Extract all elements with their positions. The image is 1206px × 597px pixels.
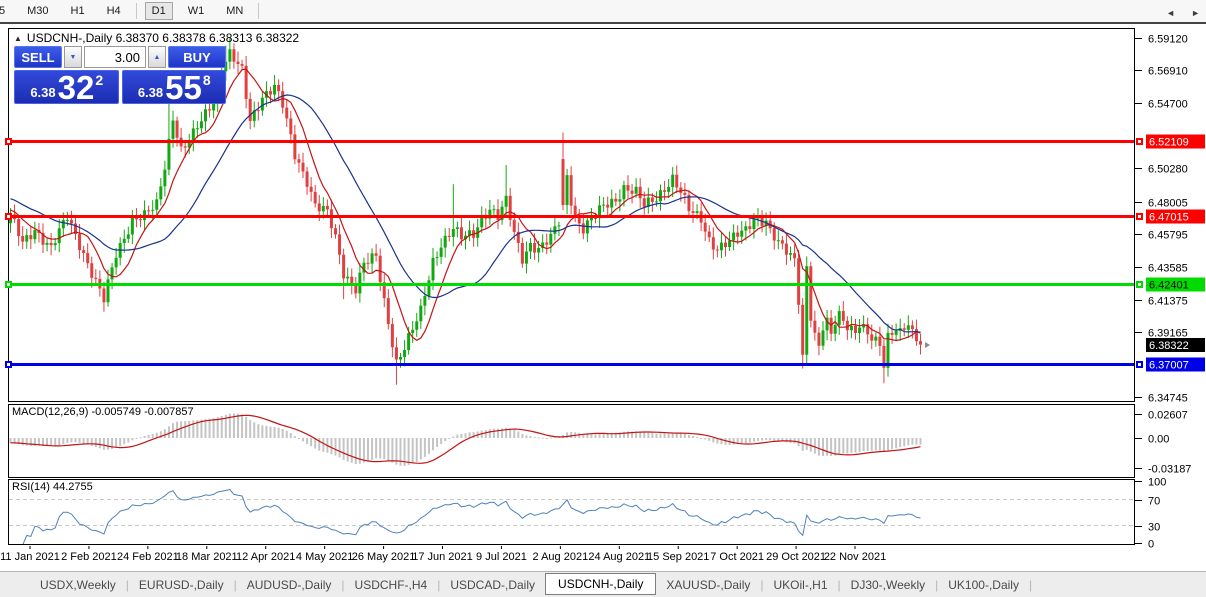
buy-price-small: 6.38 [138, 85, 163, 100]
svg-text:6.42401: 6.42401 [1149, 280, 1189, 292]
buy-price-sup: 8 [203, 72, 211, 88]
svg-text:6.43585: 6.43585 [1148, 263, 1188, 275]
svg-text:6.52109: 6.52109 [1149, 137, 1189, 149]
tab-scroll-right-icon[interactable]: ► [1191, 8, 1200, 18]
tab-uk100-daily[interactable]: UK100-,Daily [938, 574, 1029, 596]
trading-terminal-window: 5 M30 H1 H4 D1 W1 MN 6.52109 6.47015 6.42401 6.37… [0, 0, 1206, 597]
svg-text:22 Nov 2021: 22 Nov 2021 [824, 551, 886, 563]
tab-usdcad-daily[interactable]: USDCAD-,Daily [440, 574, 545, 596]
toolbar-separator [136, 3, 137, 19]
rsi-indicator-label: RSI(14) 44.2755 [12, 481, 93, 493]
svg-text:24 Aug 2021: 24 Aug 2021 [588, 551, 650, 563]
svg-text:4 May 2021: 4 May 2021 [296, 551, 353, 563]
tab-usdx-weekly[interactable]: USDX,Weekly [30, 574, 126, 596]
one-click-trade-panel: SELL ▼ ▲ BUY 6.38322 6.38558 [14, 46, 226, 104]
svg-text:0.00: 0.00 [1148, 434, 1169, 446]
toolbar-item-h1[interactable]: H1 [64, 2, 92, 20]
svg-text:30: 30 [1148, 522, 1160, 534]
sell-price-box[interactable]: 6.38322 [14, 70, 119, 104]
svg-text:6.37007: 6.37007 [1149, 360, 1189, 372]
buy-price-box[interactable]: 6.38558 [122, 70, 227, 104]
svg-text:6.59120: 6.59120 [1148, 34, 1188, 46]
rsi-y-axis: 100 70 30 0 [1135, 477, 1166, 551]
tab-ukoil-h1[interactable]: UKOil-,H1 [764, 574, 838, 596]
svg-text:7 Oct 2021: 7 Oct 2021 [710, 551, 764, 563]
svg-text:29 Oct 2021: 29 Oct 2021 [766, 551, 826, 563]
sell-price-big: 32 [58, 74, 95, 101]
spinner-down-icon: ▼ [70, 54, 77, 61]
svg-text:6.38322: 6.38322 [1149, 340, 1189, 352]
tab-usdchf-h4[interactable]: USDCHF-,H4 [345, 574, 438, 596]
tab-audusd-daily[interactable]: AUDUSD-,Daily [237, 574, 342, 596]
time-x-axis: 11 Jan 20212 Feb 202124 Feb 202118 Mar 2… [0, 546, 886, 563]
svg-text:6.41375: 6.41375 [1148, 296, 1188, 308]
svg-text:12 Apr 2021: 12 Apr 2021 [236, 551, 295, 563]
tab-scroll-arrows: ◄ ► [1166, 0, 1200, 26]
svg-text:6.54700: 6.54700 [1148, 99, 1188, 111]
svg-text:-0.03187: -0.03187 [1148, 464, 1191, 476]
svg-text:6.34745: 6.34745 [1148, 393, 1188, 405]
tab-xauusd-daily[interactable]: XAUUSD-,Daily [656, 574, 760, 596]
collapse-arrow-icon[interactable]: ▲ [14, 34, 22, 43]
toolbar-item-h4[interactable]: H4 [100, 2, 128, 20]
tab-separator: | [1029, 578, 1032, 592]
chart-tabs-bar: USDX,Weekly|EURUSD-,Daily|AUDUSD-,Daily|… [0, 571, 1206, 597]
sell-button[interactable]: SELL [14, 46, 62, 68]
chart-title: ▲ USDCNH-,Daily 6.38370 6.38378 6.38313 6… [14, 31, 299, 45]
spinner-up-icon: ▲ [154, 54, 161, 61]
buy-button[interactable]: BUY [168, 46, 226, 68]
tab-usdcnh-daily[interactable]: USDCNH-,Daily [545, 573, 656, 595]
toolbar-separator [258, 3, 259, 19]
volume-increase-button[interactable]: ▲ [148, 46, 166, 68]
svg-text:15 Sep 2021: 15 Sep 2021 [647, 551, 709, 563]
toolbar-item-w1[interactable]: W1 [181, 2, 212, 20]
svg-text:24 Feb 2021: 24 Feb 2021 [117, 551, 179, 563]
svg-text:2 Feb 2021: 2 Feb 2021 [61, 551, 117, 563]
macd-indicator-label: MACD(12,26,9) -0.005749 -0.007857 [12, 406, 194, 418]
svg-text:0.02607: 0.02607 [1148, 410, 1188, 422]
toolbar-item-m30[interactable]: M30 [20, 2, 55, 20]
tab-eurusd-daily[interactable]: EURUSD-,Daily [129, 574, 234, 596]
volume-decrease-button[interactable]: ▼ [64, 46, 82, 68]
toolbar-item-d1[interactable]: D1 [145, 2, 173, 20]
tab-dj30-weekly[interactable]: DJ30-,Weekly [841, 574, 935, 596]
toolbar-item-5[interactable]: 5 [0, 2, 12, 20]
svg-text:26 May 2021: 26 May 2021 [352, 551, 416, 563]
sell-price-small: 6.38 [30, 85, 55, 100]
buy-price-big: 55 [165, 74, 202, 101]
svg-text:17 Jun 2021: 17 Jun 2021 [412, 551, 473, 563]
chart-title-text: USDCNH-,Daily 6.38370 6.38378 6.38313 6.… [27, 31, 299, 45]
svg-text:11 Jan 2021: 11 Jan 2021 [0, 551, 60, 563]
svg-text:6.45795: 6.45795 [1148, 230, 1188, 242]
svg-text:0: 0 [1148, 539, 1154, 551]
svg-text:6.48005: 6.48005 [1148, 198, 1188, 210]
sell-price-sup: 2 [95, 72, 103, 88]
volume-input[interactable] [84, 46, 146, 68]
svg-text:70: 70 [1148, 496, 1160, 508]
rsi-pane [9, 480, 1135, 545]
tab-scroll-left-icon[interactable]: ◄ [1166, 8, 1175, 18]
svg-text:6.50280: 6.50280 [1148, 164, 1188, 176]
svg-text:6.56910: 6.56910 [1148, 66, 1188, 78]
toolbar-item-mn[interactable]: MN [219, 2, 250, 20]
svg-text:6.39165: 6.39165 [1148, 328, 1188, 340]
svg-text:6.47015: 6.47015 [1149, 212, 1189, 224]
timeframe-toolbar: 5 M30 H1 H4 D1 W1 MN [0, 0, 1206, 24]
macd-y-axis: 0.02607 0.00 -0.03187 [1135, 410, 1191, 476]
svg-text:100: 100 [1148, 477, 1166, 489]
svg-text:18 Mar 2021: 18 Mar 2021 [176, 551, 238, 563]
svg-text:2 Aug 2021: 2 Aug 2021 [533, 551, 589, 563]
svg-text:9 Jul 2021: 9 Jul 2021 [476, 551, 527, 563]
